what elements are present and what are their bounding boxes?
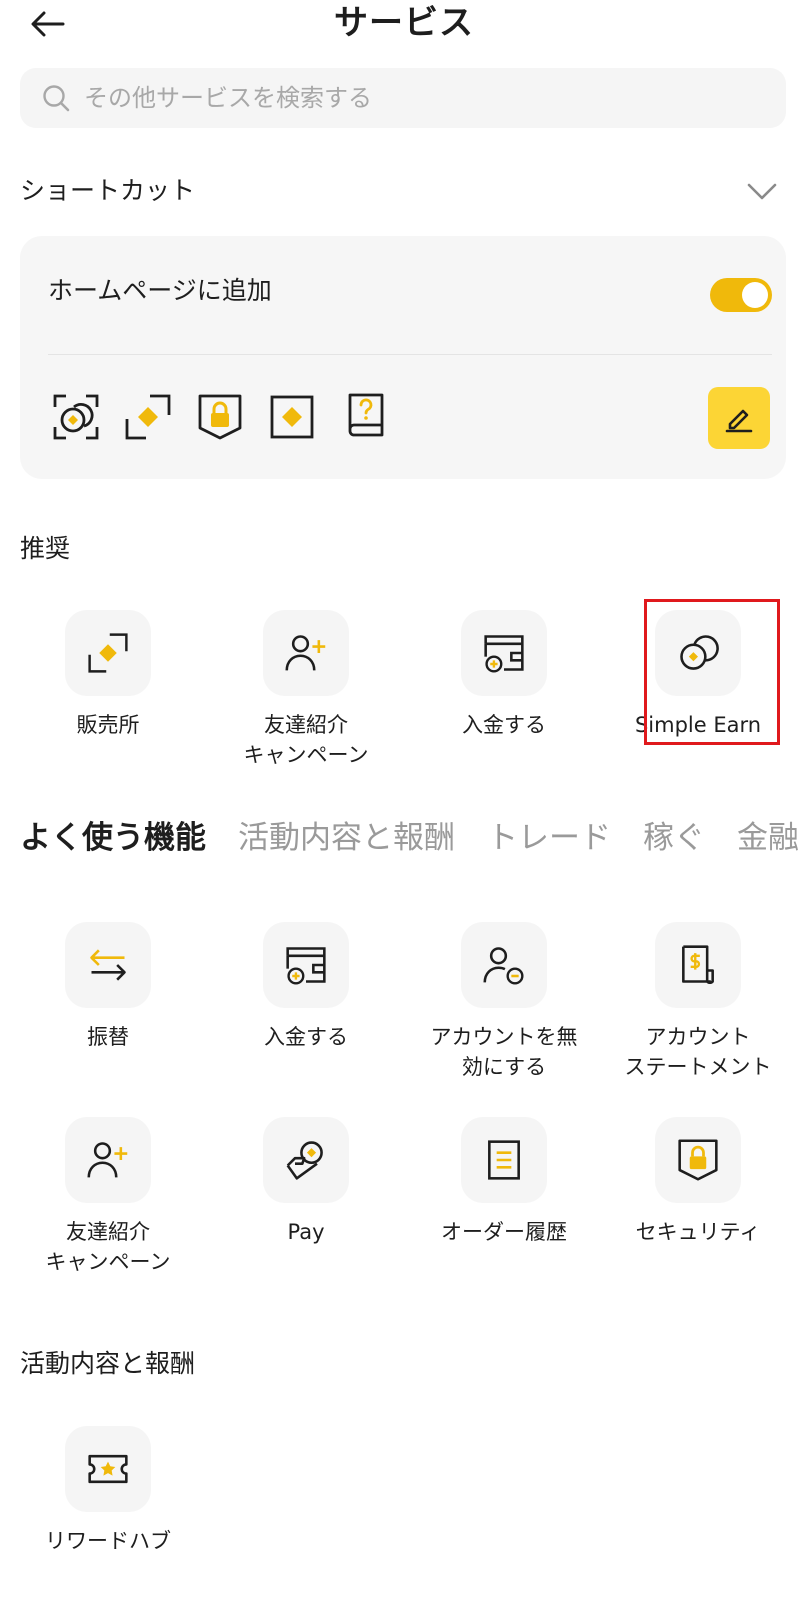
shortcut-card bbox=[20, 236, 786, 479]
tab-frequent[interactable]: よく使う機能 bbox=[20, 815, 206, 865]
recommended-section-title: 推奨 bbox=[20, 534, 71, 563]
divider bbox=[48, 354, 772, 355]
service-icon-tile bbox=[461, 922, 547, 1008]
service-icon-tile bbox=[461, 1117, 547, 1203]
trade-diamond-icon[interactable] bbox=[268, 393, 316, 441]
search-bar[interactable] bbox=[20, 68, 786, 128]
service-item-account-statement[interactable]: アカウント ステートメント bbox=[600, 922, 796, 1082]
toggle-knob bbox=[742, 282, 768, 308]
tab-trade[interactable]: トレード bbox=[487, 815, 611, 865]
pay-hand-icon bbox=[286, 1141, 323, 1180]
service-item-referral[interactable]: 友達紹介 キャンペーン bbox=[10, 1117, 206, 1277]
service-icon-tile bbox=[65, 1426, 151, 1512]
exchange-icon[interactable] bbox=[124, 393, 172, 441]
edit-shortcuts-button[interactable] bbox=[708, 387, 770, 449]
transfer-arrows-icon bbox=[90, 949, 126, 981]
reward-ticket-icon bbox=[88, 1454, 128, 1484]
service-label: 友達紹介 キャンペーン bbox=[243, 713, 369, 767]
search-icon bbox=[43, 85, 70, 112]
service-label: 入金する bbox=[264, 1025, 348, 1049]
service-label: リワードハブ bbox=[45, 1529, 171, 1553]
service-item-order-history[interactable]: オーダー履歴 bbox=[406, 1117, 602, 1247]
exchange-icon bbox=[88, 633, 128, 673]
page-title: サービス bbox=[334, 3, 474, 43]
shortcut-section-title: ショートカット bbox=[20, 176, 196, 205]
service-icon-tile bbox=[655, 922, 741, 1008]
add-to-homepage-toggle[interactable] bbox=[710, 278, 772, 312]
service-item-security[interactable]: セキュリティ bbox=[600, 1117, 796, 1247]
deposit-wallet-icon bbox=[286, 947, 326, 985]
earn-coins-icon bbox=[680, 635, 719, 670]
statement-icon bbox=[682, 945, 714, 984]
order-history-icon bbox=[488, 1140, 520, 1180]
service-item-reward-hub[interactable]: リワードハブ bbox=[10, 1426, 206, 1556]
service-item-deposit[interactable]: 入金する bbox=[406, 610, 602, 740]
service-item-pay[interactable]: Pay bbox=[208, 1117, 404, 1247]
service-item-simple-earn[interactable]: Simple Earn bbox=[600, 610, 796, 740]
service-icon-tile bbox=[655, 610, 741, 696]
service-label: 販売所 bbox=[76, 713, 140, 737]
disable-account-icon bbox=[483, 947, 524, 985]
service-icon-tile bbox=[65, 922, 151, 1008]
service-icon-tile bbox=[461, 610, 547, 696]
service-item-referral[interactable]: 友達紹介 キャンペーン bbox=[208, 610, 404, 770]
service-icon-tile bbox=[263, 610, 349, 696]
security-shield-icon[interactable] bbox=[196, 393, 244, 441]
service-label: アカウントを無 効にする bbox=[430, 1025, 578, 1079]
pencil-icon bbox=[725, 409, 753, 433]
service-label: 入金する bbox=[462, 713, 546, 737]
service-item-sales[interactable]: 販売所 bbox=[10, 610, 206, 740]
service-item-disable-account[interactable]: アカウントを無 効にする bbox=[406, 922, 602, 1082]
service-label: アカウント ステートメント bbox=[624, 1025, 772, 1079]
service-label: セキュリティ bbox=[635, 1220, 761, 1244]
deposit-wallet-icon bbox=[484, 635, 524, 673]
help-book-icon[interactable] bbox=[342, 391, 390, 439]
chevron-down-icon[interactable] bbox=[744, 176, 780, 206]
activities-section-title: 活動内容と報酬 bbox=[20, 1349, 196, 1378]
service-icon-tile bbox=[655, 1117, 741, 1203]
back-button[interactable] bbox=[28, 6, 68, 42]
service-label: Pay bbox=[287, 1220, 325, 1244]
service-label: Simple Earn bbox=[634, 713, 762, 737]
service-icon-tile bbox=[65, 610, 151, 696]
service-label: オーダー履歴 bbox=[441, 1220, 567, 1244]
add-user-icon bbox=[87, 1142, 128, 1178]
service-icon-tile bbox=[263, 1117, 349, 1203]
service-icon-tile bbox=[263, 922, 349, 1008]
tab-finance[interactable]: 金融 bbox=[737, 815, 799, 865]
add-to-homepage-label: ホームページに追加 bbox=[48, 276, 272, 305]
tab-earn[interactable]: 稼ぐ bbox=[643, 815, 705, 865]
add-user-icon bbox=[285, 635, 326, 671]
service-item-transfer[interactable]: 振替 bbox=[10, 922, 206, 1052]
security-shield-icon bbox=[678, 1139, 718, 1181]
earn-coins-icon[interactable] bbox=[52, 393, 100, 441]
search-input[interactable] bbox=[82, 83, 726, 113]
service-label: 振替 bbox=[87, 1025, 129, 1049]
service-item-deposit[interactable]: 入金する bbox=[208, 922, 404, 1052]
service-label: 友達紹介 キャンペーン bbox=[45, 1220, 171, 1274]
arrow-left-icon bbox=[31, 11, 65, 37]
tab-activities-rewards[interactable]: 活動内容と報酬 bbox=[238, 815, 455, 865]
service-icon-tile bbox=[65, 1117, 151, 1203]
category-tabs: よく使う機能 活動内容と報酬 トレード 稼ぐ 金融 bbox=[20, 815, 808, 865]
